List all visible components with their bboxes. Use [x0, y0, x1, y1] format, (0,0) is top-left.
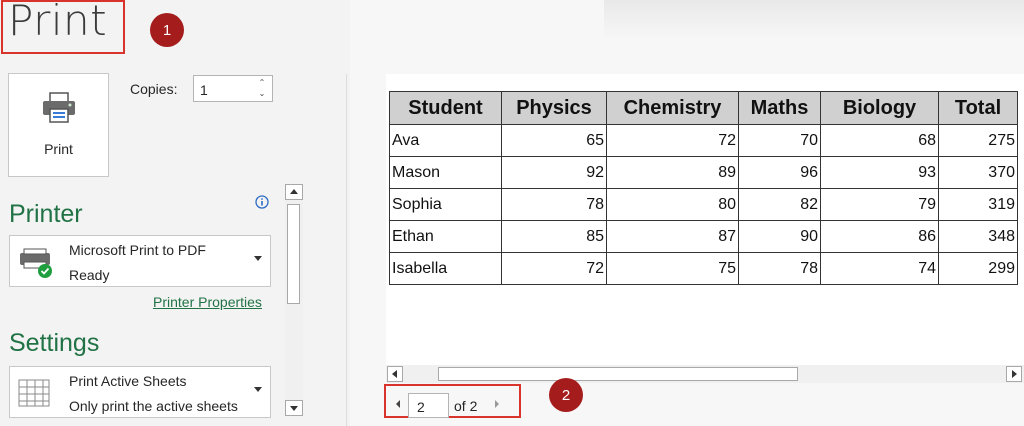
header-decoration	[604, 0, 1024, 40]
scroll-down-button[interactable]	[285, 400, 303, 416]
copies-up-button[interactable]: ⌃	[256, 78, 268, 88]
column-header: Maths	[738, 91, 821, 125]
scrollbar-thumb[interactable]	[438, 367, 798, 381]
printer-icon	[43, 92, 75, 123]
table-cell: 319	[938, 188, 1018, 221]
arrow-left-icon	[392, 370, 397, 378]
table-row: Sophia 78 80 82 79 319	[389, 188, 1018, 221]
settings-option-description: Only print the active sheets	[69, 398, 238, 414]
printer-section-title: Printer	[9, 200, 83, 228]
table-row: Ava 65 72 70 68 275	[389, 124, 1018, 157]
page-number-input[interactable]	[415, 397, 447, 417]
callout-box-1	[1, 0, 125, 54]
print-what-dropdown[interactable]: Print Active Sheets Only print the activ…	[9, 366, 271, 418]
column-header: Biology	[820, 91, 939, 125]
table-cell: 72	[501, 252, 607, 285]
table-header-row: Student Physics Chemistry Maths Biology …	[389, 91, 1018, 125]
pane-divider	[346, 74, 347, 426]
table-cell: 65	[501, 124, 607, 157]
next-page-button[interactable]	[492, 398, 502, 410]
table-cell: 74	[820, 252, 939, 285]
table-cell: 80	[606, 188, 739, 221]
scroll-up-button[interactable]	[285, 184, 303, 200]
table-cell: 93	[820, 156, 939, 189]
print-button-label: Print	[44, 141, 73, 157]
printer-properties-link[interactable]: Printer Properties	[153, 294, 262, 310]
column-header: Total	[938, 91, 1018, 125]
table-cell: 96	[738, 156, 821, 189]
table-cell: 275	[938, 124, 1018, 157]
copies-input[interactable]	[198, 78, 252, 101]
scroll-right-button[interactable]	[1006, 366, 1022, 382]
table-cell: 78	[501, 188, 607, 221]
table-cell: 68	[820, 124, 939, 157]
arrow-down-icon	[290, 406, 298, 411]
printer-status: Ready	[69, 267, 110, 283]
arrow-up-icon	[290, 189, 298, 194]
callout-badge-1: 1	[150, 13, 184, 47]
previous-page-button[interactable]	[393, 398, 403, 410]
table-cell: 85	[501, 220, 607, 253]
table-cell: 89	[606, 156, 739, 189]
table-row: Mason 92 89 96 93 370	[389, 156, 1018, 189]
settings-section-title: Settings	[9, 329, 100, 357]
column-header: Chemistry	[606, 91, 739, 125]
table-cell: 72	[606, 124, 739, 157]
printer-ready-icon	[20, 248, 52, 278]
table-cell: 78	[738, 252, 821, 285]
copies-down-button[interactable]: ⌄	[256, 89, 268, 99]
table-cell: 299	[938, 252, 1018, 285]
print-button[interactable]: Print	[8, 73, 109, 177]
table-cell: Isabella	[389, 252, 502, 285]
scrollbar-thumb[interactable]	[287, 204, 300, 304]
callout-badge-2: 2	[549, 378, 583, 412]
copies-label: Copies:	[130, 81, 178, 97]
column-header: Student	[389, 91, 502, 125]
scroll-left-button[interactable]	[387, 366, 403, 382]
left-pane-scrollbar[interactable]	[285, 184, 303, 416]
printer-dropdown[interactable]: Microsoft Print to PDF Ready	[9, 235, 271, 287]
table-cell: 92	[501, 156, 607, 189]
sheet-grid-icon	[18, 379, 50, 407]
arrow-right-icon	[1012, 370, 1017, 378]
table-cell: Mason	[389, 156, 502, 189]
column-header: Physics	[501, 91, 607, 125]
table-cell: Ava	[389, 124, 502, 157]
table-cell: 75	[606, 252, 739, 285]
table-row: Isabella 72 75 78 74 299	[389, 252, 1018, 285]
chevron-down-icon	[254, 387, 262, 392]
table-cell: 348	[938, 220, 1018, 253]
settings-option-title: Print Active Sheets	[69, 373, 187, 389]
table-cell: 70	[738, 124, 821, 157]
table-cell: Sophia	[389, 188, 502, 221]
preview-table: Student Physics Chemistry Maths Biology …	[389, 91, 1018, 285]
table-cell: 79	[820, 188, 939, 221]
page-count-label: of 2	[454, 398, 478, 414]
table-cell: 87	[606, 220, 739, 253]
table-cell: 82	[738, 188, 821, 221]
table-cell: 86	[820, 220, 939, 253]
copies-stepper: ⌃ ⌄	[193, 75, 273, 102]
page-number-field	[408, 393, 449, 418]
info-icon[interactable]	[255, 195, 269, 209]
printer-name: Microsoft Print to PDF	[69, 242, 206, 258]
table-row: Ethan 85 87 90 86 348	[389, 220, 1018, 253]
chevron-down-icon	[254, 256, 262, 261]
table-cell: 370	[938, 156, 1018, 189]
table-cell: 90	[738, 220, 821, 253]
table-cell: Ethan	[389, 220, 502, 253]
preview-horizontal-scrollbar[interactable]	[386, 365, 1024, 383]
